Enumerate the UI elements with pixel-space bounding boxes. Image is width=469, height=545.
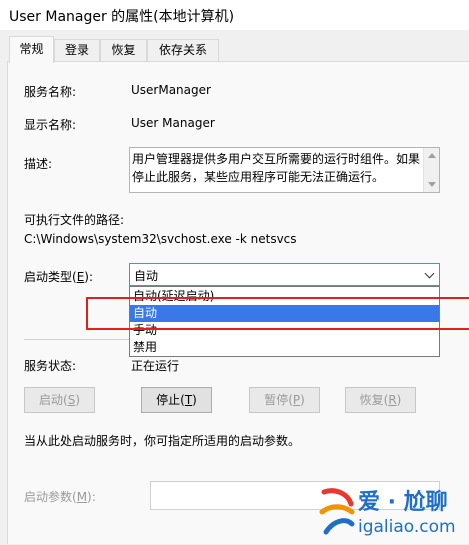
start-params-label-end: ): — [87, 490, 96, 504]
resume-button-label-end: ) — [396, 393, 402, 407]
resume-button-label: 恢复( — [359, 393, 389, 407]
tab-general-label: 常规 — [19, 42, 44, 56]
startup-type-label-text: 启动类型( — [24, 270, 77, 284]
description-text: 用户管理器提供多用户交互所需要的运行时组件。如果停止此服务，某些应用程序可能无法… — [132, 152, 421, 184]
start-params-accesskey: M — [76, 490, 88, 504]
resume-button[interactable]: 恢复(R) — [345, 387, 416, 413]
start-params-label-text: 启动参数( — [24, 490, 77, 504]
description-box[interactable]: 用户管理器提供多用户交互所需要的运行时组件。如果停止此服务，某些应用程序可能无法… — [129, 147, 440, 193]
start-params-label: 启动参数(M): — [24, 488, 96, 505]
pause-button-label-end: ) — [300, 393, 305, 407]
description-label: 描述: — [24, 157, 53, 171]
startup-option-disabled[interactable]: 禁用 — [130, 339, 439, 356]
tab-recovery[interactable]: 恢复 — [100, 39, 147, 61]
stop-button[interactable]: 停止(T) — [141, 387, 212, 413]
tab-logon-label: 登录 — [64, 43, 89, 57]
service-status-label: 服务状态: — [24, 359, 77, 373]
startup-type-select[interactable]: 自动 — [129, 263, 440, 286]
start-button[interactable]: 启动(S) — [24, 387, 95, 413]
pause-button[interactable]: 暂停(P) — [249, 387, 320, 413]
stop-button-label-end: ) — [192, 393, 197, 407]
chevron-down-icon[interactable] — [424, 268, 435, 279]
start-button-label: 启动( — [39, 393, 68, 407]
watermark-logo-icon — [319, 488, 355, 535]
watermark-url: igaliao.com — [358, 517, 456, 537]
startup-type-label: 启动类型(E): — [24, 268, 93, 285]
description-scrollbar[interactable] — [423, 148, 439, 192]
startup-type-value: 自动 — [134, 269, 159, 283]
highlight-annotation-box — [86, 297, 469, 330]
tab-recovery-label: 恢复 — [111, 43, 136, 57]
pause-button-label: 暂停( — [264, 393, 293, 407]
tab-general[interactable]: 常规 — [9, 36, 54, 63]
stop-button-label: 停止( — [156, 393, 185, 407]
tab-dependencies[interactable]: 依存关系 — [147, 39, 219, 61]
display-name-label: 显示名称: — [24, 118, 77, 132]
start-params-hint: 当从此处启动服务时，你可指定所适用的启动参数。 — [24, 434, 301, 448]
start-button-label-end: ) — [75, 393, 80, 407]
service-name-label: 服务名称: — [24, 85, 77, 99]
service-name-value: UserManager — [131, 83, 211, 97]
tab-bar: 常规 登录 恢复 依存关系 — [0, 36, 469, 63]
tab-logon[interactable]: 登录 — [54, 39, 100, 61]
title-bar: User Manager 的属性(本地计算机) — [0, 0, 469, 30]
display-name-value: User Manager — [131, 116, 215, 130]
service-status-value: 正在运行 — [131, 359, 180, 373]
scroll-up-icon[interactable] — [428, 153, 436, 158]
watermark-title: 爱 · 尬聊 — [358, 490, 448, 515]
exe-path-label: 可执行文件的路径: — [24, 213, 125, 227]
exe-path-value: C:\Windows\system32\svchost.exe -k netsv… — [24, 232, 297, 246]
resume-button-accesskey: R — [388, 393, 397, 407]
startup-type-label-end: ): — [84, 270, 94, 284]
scroll-down-icon[interactable] — [428, 182, 436, 187]
site-watermark: 爱 · 尬聊 igaliao.com — [318, 482, 469, 544]
tab-dependencies-label: 依存关系 — [158, 43, 207, 57]
window-title: User Manager 的属性(本地计算机) — [9, 9, 235, 25]
